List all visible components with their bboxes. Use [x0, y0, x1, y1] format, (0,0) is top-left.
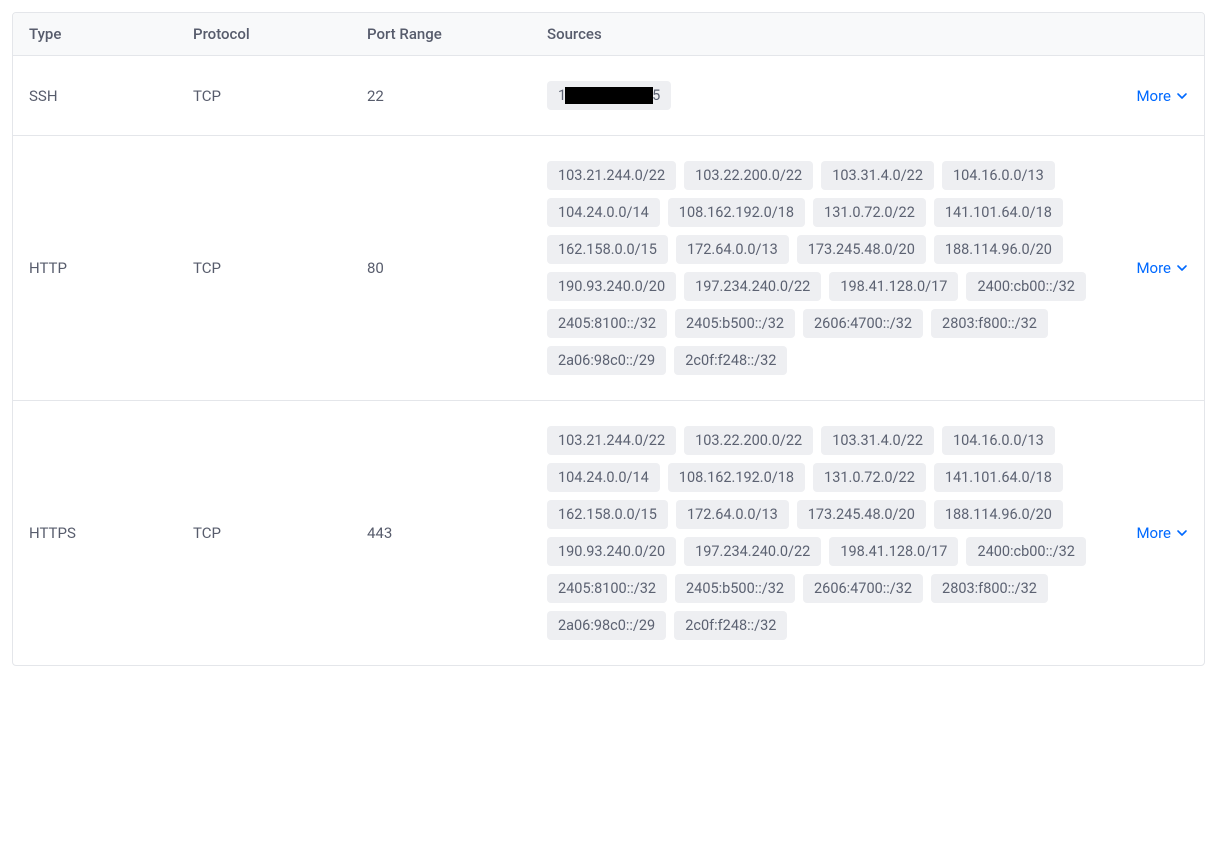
source-tag: 104.24.0.0/14 — [547, 463, 660, 492]
source-tag-redacted: 15 — [547, 81, 671, 110]
cell-sources: 15 — [547, 81, 1108, 110]
source-tag: 103.22.200.0/22 — [684, 426, 813, 455]
table-row: SSHTCP2215 More — [13, 56, 1204, 136]
source-tag: 2606:4700::/32 — [803, 574, 923, 603]
header-sources: Sources — [547, 25, 1188, 43]
header-port: Port Range — [367, 25, 547, 43]
source-tag: 162.158.0.0/15 — [547, 500, 668, 529]
source-tag: 198.41.128.0/17 — [829, 272, 958, 301]
more-label: More — [1136, 259, 1171, 277]
source-tag: 103.21.244.0/22 — [547, 426, 676, 455]
source-tag: 2405:b500::/32 — [675, 574, 795, 603]
source-tag: 104.16.0.0/13 — [942, 426, 1055, 455]
cell-protocol: TCP — [193, 87, 367, 105]
rules-table: Type Protocol Port Range Sources SSHTCP2… — [12, 12, 1205, 666]
cell-protocol: TCP — [193, 524, 367, 542]
source-tag: 162.158.0.0/15 — [547, 235, 668, 264]
source-tag: 188.114.96.0/20 — [934, 235, 1063, 264]
cell-sources: 103.21.244.0/22 103.22.200.0/22 103.31.4.0… — [547, 426, 1108, 640]
source-tag: 103.31.4.0/22 — [821, 161, 934, 190]
cell-type: HTTP — [29, 259, 193, 277]
cell-port: 22 — [367, 87, 547, 105]
source-tag: 2803:f800::/32 — [931, 574, 1048, 603]
source-tag: 108.162.192.0/18 — [668, 198, 805, 227]
redacted-bar — [565, 87, 653, 104]
source-tag: 197.234.240.0/22 — [684, 272, 821, 301]
source-tag: 190.93.240.0/20 — [547, 272, 676, 301]
source-tag: 173.245.48.0/20 — [797, 500, 926, 529]
cell-protocol: TCP — [193, 259, 367, 277]
more-button[interactable]: More — [1136, 87, 1188, 105]
source-tag: 103.31.4.0/22 — [821, 426, 934, 455]
source-tag: 188.114.96.0/20 — [934, 500, 1063, 529]
source-tag: 141.101.64.0/18 — [934, 198, 1063, 227]
source-tag: 2405:b500::/32 — [675, 309, 795, 338]
header-type: Type — [29, 25, 193, 43]
source-tag: 197.234.240.0/22 — [684, 537, 821, 566]
header-protocol: Protocol — [193, 25, 367, 43]
source-tag: 198.41.128.0/17 — [829, 537, 958, 566]
source-tag: 2c0f:f248::/32 — [674, 346, 787, 375]
cell-more: More — [1108, 259, 1188, 277]
source-tag: 2a06:98c0::/29 — [547, 346, 666, 375]
source-tag: 131.0.72.0/22 — [813, 463, 926, 492]
chevron-down-icon — [1176, 90, 1188, 102]
table-header-row: Type Protocol Port Range Sources — [13, 13, 1204, 56]
source-tag: 103.22.200.0/22 — [684, 161, 813, 190]
more-label: More — [1136, 87, 1171, 105]
table-row: HTTPSTCP443 103.21.244.0/22 103.22.200.0/2… — [13, 401, 1204, 665]
source-tag: 2a06:98c0::/29 — [547, 611, 666, 640]
source-tag: 103.21.244.0/22 — [547, 161, 676, 190]
chevron-down-icon — [1176, 262, 1188, 274]
more-button[interactable]: More — [1136, 259, 1188, 277]
table-row: HTTPTCP80103.21.244.0/22103.22.200.0/221… — [13, 136, 1204, 401]
source-tag: 172.64.0.0/13 — [676, 500, 789, 529]
source-tag: 104.24.0.0/14 — [547, 198, 660, 227]
cell-more: More — [1108, 524, 1188, 542]
more-button[interactable]: More — [1136, 524, 1188, 542]
cell-port: 443 — [367, 524, 547, 542]
source-tag: 108.162.192.0/18 — [668, 463, 805, 492]
source-tag: 2c0f:f248::/32 — [674, 611, 787, 640]
cell-sources: 103.21.244.0/22 103.22.200.0/22 103.31.4.0… — [547, 161, 1108, 375]
source-tag: 141.101.64.0/18 — [934, 463, 1063, 492]
source-tag: 172.64.0.0/13 — [676, 235, 789, 264]
source-tag: 2405:8100::/32 — [547, 309, 667, 338]
cell-type: HTTPS — [29, 524, 193, 542]
source-tag: 190.93.240.0/20 — [547, 537, 676, 566]
source-tag: 173.245.48.0/20 — [797, 235, 926, 264]
source-tag: 2400:cb00::/32 — [966, 272, 1085, 301]
cell-type: SSH — [29, 87, 193, 105]
cell-more: More — [1108, 87, 1188, 105]
source-tag: 104.16.0.0/13 — [942, 161, 1055, 190]
chevron-down-icon — [1176, 527, 1188, 539]
source-tag: 131.0.72.0/22 — [813, 198, 926, 227]
source-tag: 2606:4700::/32 — [803, 309, 923, 338]
source-tag: 2803:f800::/32 — [931, 309, 1048, 338]
more-label: More — [1136, 524, 1171, 542]
source-tag: 2405:8100::/32 — [547, 574, 667, 603]
cell-port: 80 — [367, 259, 547, 277]
source-tag: 2400:cb00::/32 — [966, 537, 1085, 566]
